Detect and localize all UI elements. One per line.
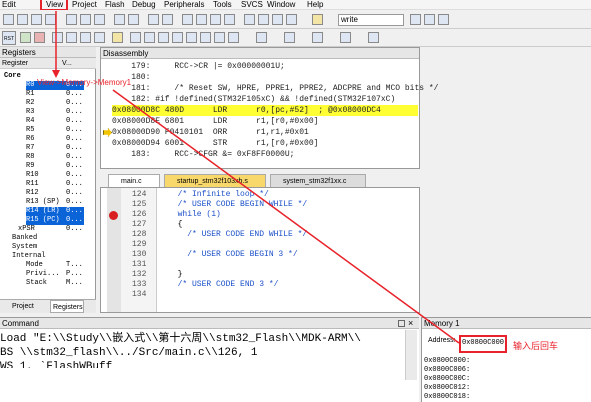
annotation-view-path: View->Memory->Memory1 bbox=[37, 78, 132, 87]
annotation-arrow-to-address bbox=[112, 89, 460, 344]
annotation-arrowhead bbox=[52, 70, 60, 78]
annotation-overlay bbox=[52, 11, 460, 344]
